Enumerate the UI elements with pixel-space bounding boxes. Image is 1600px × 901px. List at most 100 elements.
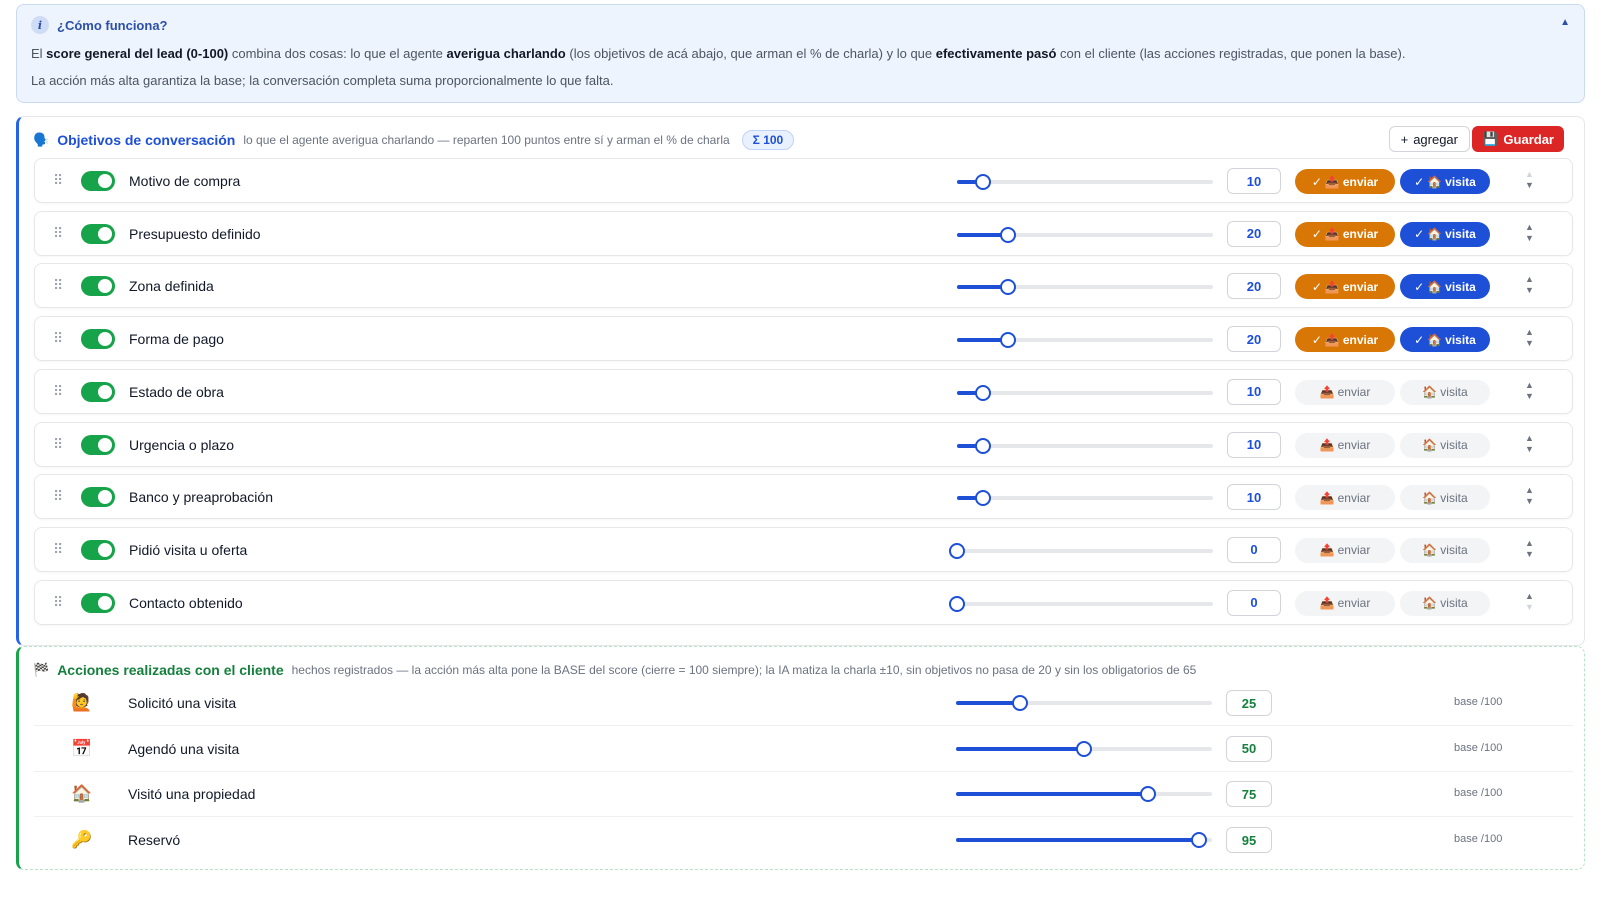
- action-base-slider[interactable]: [956, 832, 1212, 849]
- move-down-icon[interactable]: ▼: [1525, 391, 1534, 402]
- visita-chip[interactable]: 🏠 visita: [1400, 379, 1490, 405]
- visita-chip[interactable]: ✓ 🏠 visita: [1400, 221, 1490, 247]
- objective-weight-slider[interactable]: [957, 174, 1213, 190]
- drag-handle-icon[interactable]: ⠿: [53, 383, 63, 400]
- objective-weight-slider[interactable]: [957, 490, 1213, 507]
- action-base-slider[interactable]: [956, 695, 1212, 711]
- move-down-icon[interactable]: ▼: [1525, 602, 1534, 613]
- move-up-icon[interactable]: ▲: [1525, 327, 1534, 338]
- objective-weight-input[interactable]: 20: [1227, 326, 1281, 353]
- enviar-chip[interactable]: ✓ 📤 enviar: [1295, 169, 1395, 194]
- reorder-arrows[interactable]: ▲ ▼: [1525, 485, 1534, 507]
- drag-handle-icon[interactable]: ⠿: [53, 488, 63, 505]
- objective-weight-slider[interactable]: [957, 279, 1213, 296]
- move-up-icon[interactable]: ▲: [1525, 485, 1534, 496]
- reorder-arrows[interactable]: ▲ ▼: [1525, 327, 1534, 349]
- objective-weight-input[interactable]: 0: [1227, 589, 1281, 616]
- reorder-arrows[interactable]: ▲ ▼: [1525, 538, 1534, 560]
- slider-thumb[interactable]: [974, 174, 991, 190]
- objective-weight-input[interactable]: 20: [1227, 220, 1281, 247]
- move-up-icon[interactable]: ▲: [1525, 222, 1534, 233]
- move-down-icon[interactable]: ▼: [1525, 285, 1534, 296]
- slider-thumb[interactable]: [1076, 740, 1092, 757]
- objective-weight-input[interactable]: 10: [1227, 431, 1281, 458]
- objective-weight-input[interactable]: 10: [1227, 378, 1281, 405]
- slider-thumb[interactable]: [1000, 279, 1017, 296]
- how-it-works-header[interactable]: i ¿Cómo funciona?: [31, 15, 1570, 35]
- enviar-chip[interactable]: 📤 enviar: [1295, 432, 1395, 458]
- enviar-chip[interactable]: 📤 enviar: [1295, 590, 1395, 616]
- reorder-arrows[interactable]: ▲ ▼: [1525, 433, 1534, 455]
- drag-handle-icon[interactable]: ⠿: [53, 277, 63, 294]
- move-down-icon[interactable]: ▼: [1525, 233, 1534, 244]
- enviar-chip[interactable]: ✓ 📤 enviar: [1295, 327, 1395, 353]
- objective-toggle[interactable]: [81, 276, 115, 297]
- action-base-input[interactable]: 75: [1226, 781, 1272, 808]
- reorder-arrows[interactable]: ▲ ▼: [1525, 274, 1534, 296]
- objective-toggle[interactable]: [81, 381, 115, 402]
- move-up-icon[interactable]: ▲: [1525, 169, 1534, 180]
- move-down-icon[interactable]: ▼: [1525, 549, 1534, 560]
- objective-toggle[interactable]: [81, 329, 115, 350]
- enviar-chip[interactable]: 📤 enviar: [1295, 537, 1395, 563]
- slider-thumb[interactable]: [949, 542, 965, 559]
- reorder-arrows[interactable]: ▲ ▼: [1525, 380, 1534, 402]
- move-up-icon[interactable]: ▲: [1525, 274, 1534, 285]
- visita-chip[interactable]: ✓ 🏠 visita: [1400, 274, 1490, 300]
- drag-handle-icon[interactable]: ⠿: [53, 541, 63, 558]
- move-up-icon[interactable]: ▲: [1525, 433, 1534, 444]
- objective-weight-slider[interactable]: [957, 437, 1213, 454]
- slider-thumb[interactable]: [974, 384, 991, 401]
- slider-thumb[interactable]: [1140, 786, 1156, 803]
- slider-thumb[interactable]: [1012, 695, 1028, 711]
- objective-toggle[interactable]: [81, 592, 115, 613]
- drag-handle-icon[interactable]: ⠿: [53, 225, 63, 242]
- visita-chip[interactable]: ✓ 🏠 visita: [1400, 327, 1490, 353]
- visita-chip[interactable]: 🏠 visita: [1400, 590, 1490, 616]
- move-down-icon[interactable]: ▼: [1525, 338, 1534, 349]
- slider-thumb[interactable]: [1000, 332, 1017, 349]
- visita-chip[interactable]: 🏠 visita: [1400, 485, 1490, 511]
- reorder-arrows[interactable]: ▲ ▼: [1525, 591, 1534, 613]
- objective-weight-input[interactable]: 10: [1227, 168, 1281, 194]
- visita-chip[interactable]: ✓ 🏠 visita: [1400, 169, 1490, 194]
- objective-toggle[interactable]: [81, 434, 115, 455]
- drag-handle-icon[interactable]: ⠿: [53, 594, 63, 611]
- objective-weight-slider[interactable]: [949, 595, 1213, 612]
- drag-handle-icon[interactable]: ⠿: [53, 436, 63, 453]
- slider-thumb[interactable]: [974, 437, 991, 454]
- objective-weight-input[interactable]: 10: [1227, 484, 1281, 511]
- objective-weight-slider[interactable]: [957, 384, 1213, 401]
- drag-handle-icon[interactable]: ⠿: [53, 330, 63, 347]
- enviar-chip[interactable]: 📤 enviar: [1295, 485, 1395, 511]
- reorder-arrows[interactable]: ▲ ▼: [1525, 169, 1534, 191]
- move-up-icon[interactable]: ▲: [1525, 380, 1534, 391]
- objective-weight-slider[interactable]: [957, 226, 1213, 243]
- objective-weight-slider[interactable]: [957, 332, 1213, 349]
- slider-thumb[interactable]: [974, 490, 991, 507]
- add-objective-button[interactable]: + agregar: [1388, 126, 1470, 152]
- action-base-input[interactable]: 50: [1226, 735, 1272, 762]
- slider-thumb[interactable]: [1000, 226, 1017, 243]
- slider-thumb[interactable]: [1191, 832, 1208, 849]
- move-down-icon[interactable]: ▼: [1525, 496, 1534, 507]
- objective-weight-input[interactable]: 20: [1227, 273, 1281, 300]
- move-up-icon[interactable]: ▲: [1525, 591, 1534, 602]
- enviar-chip[interactable]: 📤 enviar: [1295, 379, 1395, 405]
- collapse-caret-icon[interactable]: ▲: [1560, 17, 1570, 28]
- objective-weight-slider[interactable]: [949, 542, 1213, 559]
- objective-toggle[interactable]: [81, 171, 115, 191]
- visita-chip[interactable]: 🏠 visita: [1400, 537, 1490, 563]
- move-up-icon[interactable]: ▲: [1525, 538, 1534, 549]
- save-button[interactable]: 💾 Guardar: [1472, 126, 1564, 152]
- action-base-input[interactable]: 25: [1226, 690, 1272, 716]
- enviar-chip[interactable]: ✓ 📤 enviar: [1295, 221, 1395, 247]
- action-base-slider[interactable]: [956, 786, 1212, 803]
- action-base-slider[interactable]: [956, 740, 1212, 757]
- objective-toggle[interactable]: [81, 539, 115, 560]
- move-down-icon[interactable]: ▼: [1525, 180, 1534, 191]
- drag-handle-icon[interactable]: ⠿: [53, 172, 63, 189]
- objective-toggle[interactable]: [81, 223, 115, 244]
- enviar-chip[interactable]: ✓ 📤 enviar: [1295, 274, 1395, 300]
- reorder-arrows[interactable]: ▲ ▼: [1525, 222, 1534, 244]
